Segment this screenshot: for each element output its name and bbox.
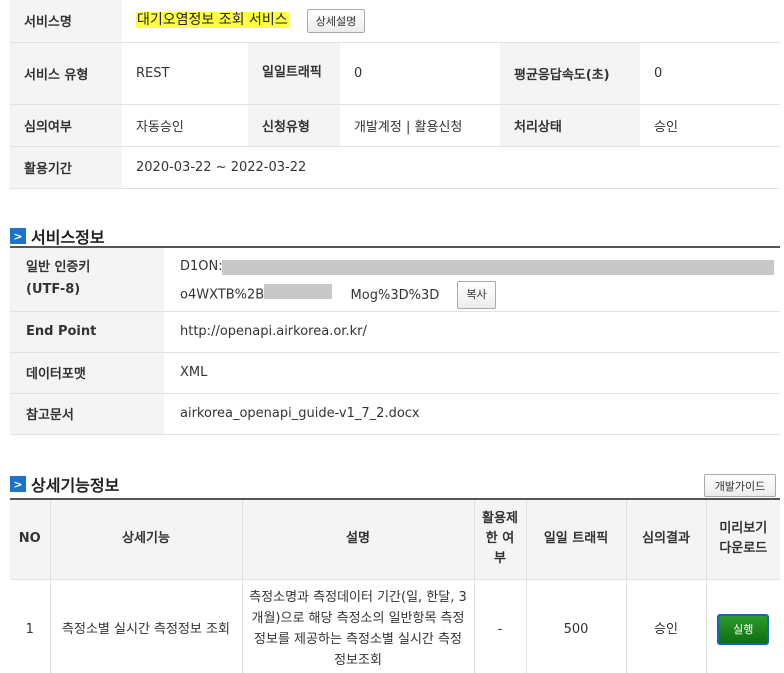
period-value: 2020-03-22 ~ 2022-03-22 bbox=[122, 146, 781, 189]
redacted-block bbox=[264, 284, 332, 300]
col-header-function: 상세기능 bbox=[50, 499, 243, 580]
col-header-limit: 활용제한 여부 bbox=[474, 499, 527, 580]
request-type-label: 신청유형 bbox=[248, 104, 340, 147]
service-name-label: 서비스명 bbox=[10, 0, 122, 43]
status-value: 승인 bbox=[640, 104, 781, 147]
service-summary-table: 서비스명 대기오염정보 조회 서비스 상세설명 서비스 유형 REST 일일트래… bbox=[10, 0, 781, 189]
auth-key-cell: D1ON: o4WXTB%2Bn Mog%3D%3D 복사 bbox=[164, 247, 780, 312]
detail-description-button[interactable]: 상세설명 bbox=[306, 8, 366, 33]
redacted-block bbox=[222, 260, 774, 276]
row-no: 1 bbox=[10, 579, 51, 673]
dev-guide-button[interactable]: 개발가이드 bbox=[704, 474, 776, 497]
detail-info-title: 상세기능정보 bbox=[31, 476, 120, 495]
auth-key-line2-prefix: o4WXTB%2Bn bbox=[180, 287, 273, 303]
auth-key-line2-suffix: Mog%3D%3D bbox=[350, 287, 440, 303]
review-label: 심의여부 bbox=[10, 104, 122, 147]
row-description: 측정소명과 측정데이터 기간(일, 한달, 3개월)으로 해당 측정소의 일반항… bbox=[242, 579, 475, 673]
copy-button[interactable]: 복사 bbox=[457, 281, 496, 310]
run-button[interactable]: 실행 bbox=[717, 613, 770, 645]
request-type-value: 개발계정 | 활용신청 bbox=[340, 104, 500, 147]
data-format-label: 데이터포맷 bbox=[10, 352, 164, 394]
service-name-cell: 대기오염정보 조회 서비스 상세설명 bbox=[122, 0, 781, 43]
detail-info-heading: > 상세기능정보 bbox=[10, 472, 119, 496]
row-traffic: 500 bbox=[526, 579, 627, 673]
col-header-description: 설명 bbox=[242, 499, 475, 580]
col-header-result: 심의결과 bbox=[626, 499, 707, 580]
row-preview-cell: 실행 bbox=[706, 579, 780, 673]
col-header-preview: 미리보기 다운로드 bbox=[706, 499, 780, 580]
data-format-value: XML bbox=[164, 352, 780, 394]
review-value: 자동승인 bbox=[122, 104, 248, 147]
reference-doc-label: 참고문서 bbox=[10, 393, 164, 435]
service-name: 대기오염정보 조회 서비스 bbox=[136, 12, 289, 29]
col-header-no: NO bbox=[10, 499, 51, 580]
table-header-row: NO 상세기능 설명 활용제한 여부 일일 트래픽 심의결과 미리보기 다운로드 bbox=[10, 499, 780, 580]
auth-key-line1: D1ON: bbox=[180, 259, 223, 275]
row-function: 측정소별 실시간 측정정보 조회 bbox=[50, 579, 243, 673]
reference-doc-link[interactable]: airkorea_openapi_guide-v1_7_2.docx bbox=[164, 393, 780, 435]
col-header-traffic: 일일 트래픽 bbox=[526, 499, 627, 580]
endpoint-label: End Point bbox=[10, 311, 164, 353]
chevron-right-icon: > bbox=[10, 228, 26, 244]
service-type-label: 서비스 유형 bbox=[10, 42, 122, 105]
daily-traffic-label: 일일트래픽 bbox=[248, 42, 340, 105]
service-info-table: 일반 인증키 (UTF-8) D1ON: o4WXTB%2Bn Mog%3D%3… bbox=[10, 246, 780, 435]
service-info-heading: > 서비스정보 bbox=[10, 224, 105, 248]
row-limit: - bbox=[474, 579, 527, 673]
service-info-title: 서비스정보 bbox=[31, 228, 105, 247]
endpoint-value[interactable]: http://openapi.airkorea.or.kr/ bbox=[164, 311, 780, 353]
row-result: 승인 bbox=[626, 579, 707, 673]
service-type-value: REST bbox=[122, 42, 248, 105]
avg-response-value: 0 bbox=[640, 42, 781, 105]
auth-key-label: 일반 인증키 (UTF-8) bbox=[10, 247, 164, 312]
detail-function-table: NO 상세기능 설명 활용제한 여부 일일 트래픽 심의결과 미리보기 다운로드… bbox=[10, 498, 780, 673]
status-label: 처리상태 bbox=[500, 104, 640, 147]
period-label: 활용기간 bbox=[10, 146, 122, 189]
daily-traffic-value: 0 bbox=[340, 42, 500, 105]
chevron-right-icon: > bbox=[10, 476, 26, 492]
table-row: 1 측정소별 실시간 측정정보 조회 측정소명과 측정데이터 기간(일, 한달,… bbox=[10, 579, 780, 673]
avg-response-label: 평균응답속도(초) bbox=[500, 42, 640, 105]
